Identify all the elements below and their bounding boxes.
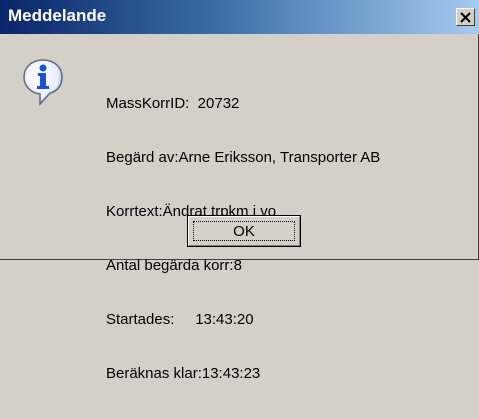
close-icon [460, 12, 471, 23]
information-icon [22, 58, 64, 106]
title-bar[interactable]: Meddelande [0, 0, 479, 34]
message-line-estimated-done: Beräknas klar:13:43:23 [106, 365, 261, 382]
message-line-started: Startades: 13:43:20 [106, 311, 254, 328]
message-line-requested-by: Begärd av:Arne Eriksson, Transporter AB [106, 149, 381, 166]
ok-button[interactable]: OK [187, 215, 301, 247]
ok-button-label: OK [233, 223, 255, 240]
window-title: Meddelande [8, 6, 107, 25]
close-button[interactable] [456, 8, 475, 26]
message-line-id: MassKorrID: 20732 [106, 95, 240, 112]
message-dialog: Meddelande MassKorrID: 20732 Begärd av:A… [0, 0, 479, 382]
